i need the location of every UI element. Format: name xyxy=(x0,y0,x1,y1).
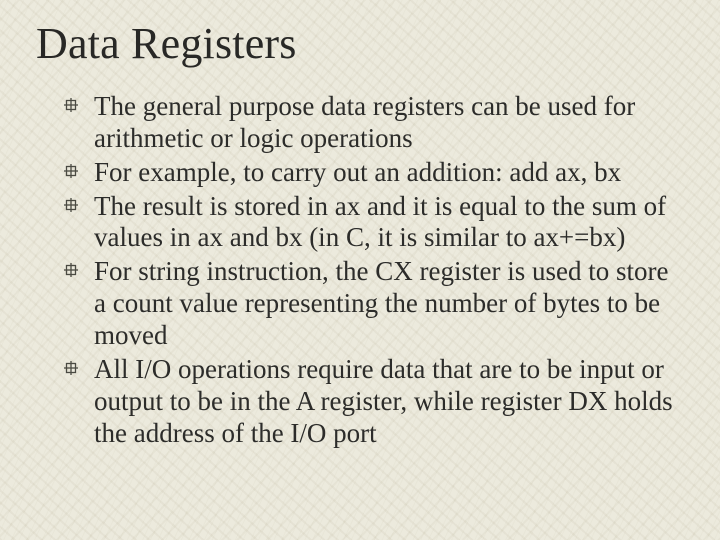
list-item-text: For example, to carry out an addition: a… xyxy=(94,157,621,187)
bullet-icon xyxy=(64,263,78,277)
list-item: The result is stored in ax and it is equ… xyxy=(64,191,682,255)
slide: Data Registers The general purpose data … xyxy=(0,0,720,540)
list-item: For string instruction, the CX register … xyxy=(64,256,682,352)
bullet-icon xyxy=(64,198,78,212)
list-item: The general purpose data registers can b… xyxy=(64,91,682,155)
slide-title: Data Registers xyxy=(36,18,686,69)
list-item: For example, to carry out an addition: a… xyxy=(64,157,682,189)
bullet-icon xyxy=(64,164,78,178)
bullet-list: The general purpose data registers can b… xyxy=(34,91,686,449)
bullet-icon xyxy=(64,98,78,112)
list-item-text: The result is stored in ax and it is equ… xyxy=(94,191,666,253)
bullet-icon xyxy=(64,361,78,375)
list-item: All I/O operations require data that are… xyxy=(64,354,682,450)
list-item-text: All I/O operations require data that are… xyxy=(94,354,673,448)
list-item-text: For string instruction, the CX register … xyxy=(94,256,668,350)
list-item-text: The general purpose data registers can b… xyxy=(94,91,635,153)
